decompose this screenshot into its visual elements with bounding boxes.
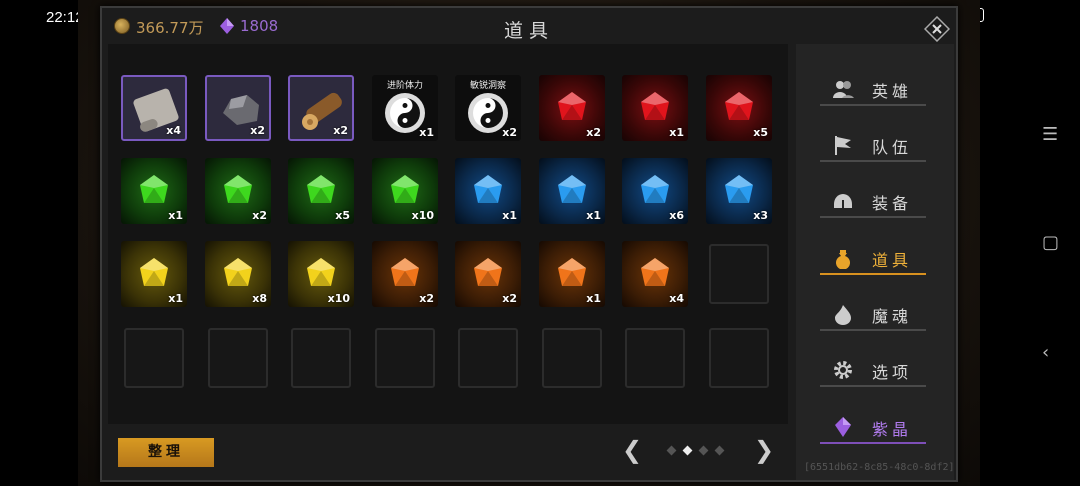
empty-slot[interactable]: [458, 328, 518, 388]
top-bar: 366.77万 1808 道具: [100, 8, 958, 46]
item-quantity: x2: [250, 124, 265, 137]
item-quantity: x1: [168, 209, 183, 222]
home-icon[interactable]: ▢: [1042, 232, 1059, 253]
item-quantity: x1: [168, 292, 183, 305]
bag-icon: [836, 250, 850, 269]
heroes-icon: [833, 81, 854, 98]
item-quantity: x2: [502, 292, 517, 305]
inventory-slot[interactable]: x2: [372, 241, 438, 307]
empty-slot[interactable]: [375, 328, 435, 388]
item-quantity: x1: [586, 209, 601, 222]
item-quantity: x5: [335, 209, 350, 222]
close-icon[interactable]: [924, 16, 950, 42]
inventory-slot[interactable]: x1: [455, 158, 521, 224]
sidebar-item[interactable]: 魔魂: [820, 297, 926, 331]
sidebar-item-label: 英雄: [872, 82, 913, 101]
page-dot[interactable]: [698, 445, 709, 456]
item-quantity: x2: [502, 126, 517, 139]
item-caption: 进阶体力: [386, 81, 423, 91]
inventory-slot[interactable]: x1: [622, 75, 688, 141]
sidebar-item-label: 魔魂: [872, 307, 913, 326]
inventory-slot[interactable]: x3: [706, 158, 772, 224]
item-quantity: x4: [166, 124, 181, 137]
item-quantity: x5: [753, 126, 768, 139]
item-quantity: x1: [419, 126, 434, 139]
back-icon[interactable]: ‹: [1042, 342, 1049, 363]
inventory-slot[interactable]: x1: [121, 158, 187, 224]
inventory-slot[interactable]: x4: [622, 241, 688, 307]
sidebar-item[interactable]: 选项: [820, 353, 926, 387]
empty-slot[interactable]: [291, 328, 351, 388]
menu-icon[interactable]: ☰: [1042, 124, 1058, 145]
flag-icon: [835, 136, 851, 155]
inventory-slot[interactable]: x1: [539, 158, 605, 224]
item-quantity: x2: [419, 292, 434, 305]
page-dot[interactable]: [714, 445, 725, 456]
sidebar-item-label: 选项: [872, 363, 913, 382]
helmet-icon: [834, 194, 852, 210]
inventory-slot[interactable]: x8: [205, 241, 271, 307]
item-quantity: x10: [327, 292, 350, 305]
item-caption: 敏锐洞察: [469, 81, 506, 91]
sidebar-item[interactable]: 紫晶: [820, 410, 926, 444]
empty-slot[interactable]: [709, 328, 769, 388]
item-quantity: x8: [252, 292, 267, 305]
sidebar-item-label: 道具: [872, 251, 913, 270]
inventory-slot[interactable]: x10: [372, 158, 438, 224]
item-quantity: x4: [669, 292, 684, 305]
inventory-slot[interactable]: x6: [622, 158, 688, 224]
item-quantity: x2: [252, 209, 267, 222]
page-title: 道具: [503, 20, 554, 42]
inventory-slot[interactable]: x1: [121, 241, 187, 307]
bottom-bar: 整理 ❮ ❯: [108, 426, 788, 476]
sort-button[interactable]: 整理: [118, 438, 214, 467]
build-id: [6551db62-8c85-48c0-8df2]: [804, 462, 955, 473]
item-quantity: x3: [753, 209, 768, 222]
inventory-slot[interactable]: 敏锐洞察 x2: [455, 75, 521, 141]
inventory-slot[interactable]: x2: [455, 241, 521, 307]
next-page-icon[interactable]: ❯: [754, 436, 774, 464]
empty-slot[interactable]: [124, 328, 184, 388]
inventory-slot[interactable]: x5: [706, 75, 772, 141]
item-quantity: x2: [586, 126, 601, 139]
item-quantity: x6: [669, 209, 684, 222]
inventory-slot[interactable]: x5: [288, 158, 354, 224]
empty-slot[interactable]: [208, 328, 268, 388]
item-quantity: x1: [669, 126, 684, 139]
inventory-slot[interactable]: x2: [539, 75, 605, 141]
item-quantity: x1: [502, 209, 517, 222]
empty-slot[interactable]: [709, 244, 769, 304]
prev-page-icon[interactable]: ❮: [622, 436, 642, 464]
inventory-slot[interactable]: x2: [205, 75, 271, 141]
item-quantity: x1: [586, 292, 601, 305]
sidebar-item[interactable]: 英雄: [820, 72, 926, 106]
flame-icon: [835, 305, 851, 325]
page-indicator: [666, 445, 725, 456]
inventory-slot[interactable]: x1: [539, 241, 605, 307]
sidebar-item[interactable]: 装备: [820, 184, 926, 218]
item-quantity: x2: [333, 124, 348, 137]
sidebar-item-label: 队伍: [872, 138, 913, 157]
inventory-slot[interactable]: x10: [288, 241, 354, 307]
crystal-icon: [835, 417, 851, 437]
inventory-slot[interactable]: 进阶体力 x1: [372, 75, 438, 141]
empty-slot[interactable]: [542, 328, 602, 388]
gear-icon: [834, 361, 852, 379]
page-dot[interactable]: [682, 445, 693, 456]
sidebar-item-label: 紫晶: [872, 420, 913, 439]
inventory-slot[interactable]: x4: [121, 75, 187, 141]
inventory-grid: x4 x2 x2 进阶体力 x1 敏锐洞察 x2 x2 x1 x5 x1 x2: [108, 44, 788, 424]
page-dot[interactable]: [666, 445, 677, 456]
category-sidebar: 英雄队伍装备道具魔魂选项紫晶: [796, 44, 954, 480]
inventory-slot[interactable]: x2: [205, 158, 271, 224]
sidebar-item-label: 装备: [872, 194, 913, 213]
sidebar-item[interactable]: 队伍: [820, 128, 926, 162]
inventory-slot[interactable]: x2: [288, 75, 354, 141]
empty-slot[interactable]: [625, 328, 685, 388]
item-quantity: x10: [411, 209, 434, 222]
sidebar-item[interactable]: 道具: [820, 241, 926, 275]
